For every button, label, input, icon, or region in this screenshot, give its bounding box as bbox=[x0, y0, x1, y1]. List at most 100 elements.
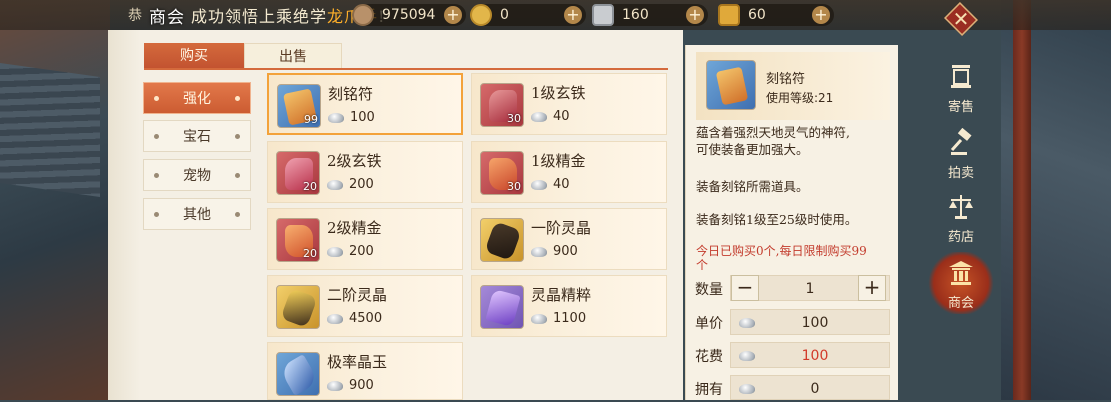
background-roof bbox=[0, 62, 100, 198]
crystal-icon bbox=[276, 285, 320, 329]
item-name: 二阶灵晶 bbox=[327, 286, 388, 304]
page-title: 商会 bbox=[149, 7, 185, 28]
owned-value: 0 bbox=[730, 375, 890, 400]
add-silver-bar-button[interactable]: + bbox=[686, 6, 704, 24]
item-price: 40 bbox=[531, 109, 570, 124]
shop-item[interactable]: 二阶灵晶 4500 bbox=[267, 275, 463, 337]
purchase-limit-text: 今日已购买0个,每日限制购买99 个 bbox=[696, 244, 867, 272]
shop-item[interactable]: 极率晶玉 900 bbox=[267, 342, 463, 400]
nav-consign[interactable]: 寄售 bbox=[938, 62, 984, 115]
item-price: 40 bbox=[531, 177, 570, 192]
item-price: 100 bbox=[328, 110, 375, 125]
gold-bar-icon bbox=[718, 4, 740, 26]
item-name: 极率晶玉 bbox=[327, 353, 388, 371]
announcement-prefix: 恭 bbox=[128, 8, 143, 24]
category-strengthen[interactable]: 强化 bbox=[143, 82, 251, 114]
talisman-icon: 99 bbox=[277, 84, 321, 128]
shop-item[interactable]: 30 1级玄铁 40 bbox=[471, 73, 667, 135]
tab-buy[interactable]: 购买 bbox=[144, 43, 244, 69]
auction-gavel-icon bbox=[950, 127, 972, 155]
shop-item[interactable]: 灵晶精粹 1100 bbox=[471, 275, 667, 337]
silver-icon bbox=[739, 351, 755, 361]
silver-icon bbox=[531, 179, 547, 190]
silver-icon bbox=[327, 380, 343, 391]
nav-guild[interactable]: 商会 bbox=[928, 252, 994, 314]
detail-usage: 装备刻铭所需道具。 bbox=[696, 179, 809, 194]
close-icon[interactable]: ✕ bbox=[944, 4, 978, 34]
item-name: 1级玄铁 bbox=[531, 84, 586, 102]
jade-icon bbox=[276, 352, 320, 396]
iron-ore-icon: 20 bbox=[276, 151, 320, 195]
nav-pharmacy[interactable]: 药店 bbox=[938, 192, 984, 245]
cost-label: 花费 bbox=[695, 349, 723, 365]
header-title-area: 恭 商会 成功领悟上乘绝学龙爪手! bbox=[128, 3, 385, 28]
silver-icon bbox=[739, 384, 755, 394]
gold-coin-icon bbox=[470, 4, 492, 26]
shop-item[interactable]: 一阶灵晶 900 bbox=[471, 208, 667, 270]
silver-icon bbox=[739, 318, 755, 328]
detail-level: 使用等级:21 bbox=[766, 91, 834, 105]
background-scenery-left bbox=[0, 0, 110, 400]
item-price: 200 bbox=[327, 244, 374, 259]
consign-icon bbox=[951, 65, 971, 88]
silver-icon bbox=[327, 313, 343, 324]
currency-gold-bar: 60 + bbox=[718, 4, 834, 26]
gold-ore-icon: 30 bbox=[480, 151, 524, 195]
silver-icon bbox=[531, 313, 547, 324]
gold-ore-icon: 20 bbox=[276, 218, 320, 262]
currency-gold-coin: 0 + bbox=[470, 4, 586, 26]
iron-ore-icon: 30 bbox=[480, 83, 524, 127]
unit-price-value: 100 bbox=[730, 309, 890, 335]
category-other[interactable]: 其他 bbox=[143, 198, 251, 230]
add-gold-bar-button[interactable]: + bbox=[812, 6, 830, 24]
currency-silver-bar: 160 + bbox=[592, 4, 708, 26]
quantity-label: 数量 bbox=[695, 282, 723, 298]
currency-coin-value: 975094 bbox=[382, 7, 436, 23]
detail-item-name: 刻铭符 bbox=[766, 72, 806, 87]
guild-hall-icon bbox=[949, 261, 973, 285]
silver-icon bbox=[531, 111, 547, 122]
detail-description: 蕴含着强烈天地灵气的神符, 可使装备更加强大。 bbox=[696, 125, 850, 157]
silver-icon bbox=[328, 112, 344, 123]
cost-value: 100 bbox=[730, 342, 890, 368]
silver-bar-icon bbox=[592, 4, 614, 26]
add-coin-button[interactable]: + bbox=[444, 6, 462, 24]
nav-auction[interactable]: 拍卖 bbox=[938, 127, 984, 181]
item-price: 900 bbox=[531, 244, 578, 259]
currency-silver-bar-value: 160 bbox=[622, 7, 649, 23]
detail-level-range: 装备刻铭1级至25级时使用。 bbox=[696, 212, 858, 227]
tab-underline bbox=[144, 68, 668, 70]
owned-label: 拥有 bbox=[695, 382, 723, 398]
crystal-icon bbox=[480, 218, 524, 262]
add-gold-coin-button[interactable]: + bbox=[564, 6, 582, 24]
item-name: 灵晶精粹 bbox=[531, 286, 592, 304]
item-price: 4500 bbox=[327, 311, 382, 326]
tab-sell[interactable]: 出售 bbox=[244, 43, 342, 69]
talisman-icon bbox=[706, 60, 756, 110]
item-name: 2级玄铁 bbox=[327, 152, 382, 170]
category-pets[interactable]: 宠物 bbox=[143, 159, 251, 191]
item-name: 1级精金 bbox=[531, 152, 586, 170]
quantity-minus-button[interactable]: − bbox=[731, 275, 759, 301]
item-name: 2级精金 bbox=[327, 219, 382, 237]
shop-item[interactable]: 20 2级精金 200 bbox=[267, 208, 463, 270]
item-price: 1100 bbox=[531, 311, 586, 326]
item-price: 200 bbox=[327, 177, 374, 192]
item-price: 900 bbox=[327, 378, 374, 393]
shop-item[interactable]: 99 刻铭符 100 bbox=[267, 73, 463, 135]
category-gems[interactable]: 宝石 bbox=[143, 120, 251, 152]
unit-price-label: 单价 bbox=[695, 316, 723, 332]
silver-icon bbox=[327, 246, 343, 257]
essence-icon bbox=[480, 285, 524, 329]
shop-item[interactable]: 20 2级玄铁 200 bbox=[267, 141, 463, 203]
currency-gold-coin-value: 0 bbox=[500, 7, 509, 23]
scales-icon bbox=[949, 195, 973, 219]
item-name: 刻铭符 bbox=[328, 85, 374, 103]
shop-item[interactable]: 30 1级精金 40 bbox=[471, 141, 667, 203]
currency-coin: 975094 + bbox=[352, 4, 466, 26]
coin-icon bbox=[352, 4, 374, 26]
currency-gold-bar-value: 60 bbox=[748, 7, 766, 23]
panel-edge bbox=[108, 30, 140, 400]
quantity-plus-button[interactable]: + bbox=[858, 275, 886, 301]
silver-icon bbox=[327, 179, 343, 190]
